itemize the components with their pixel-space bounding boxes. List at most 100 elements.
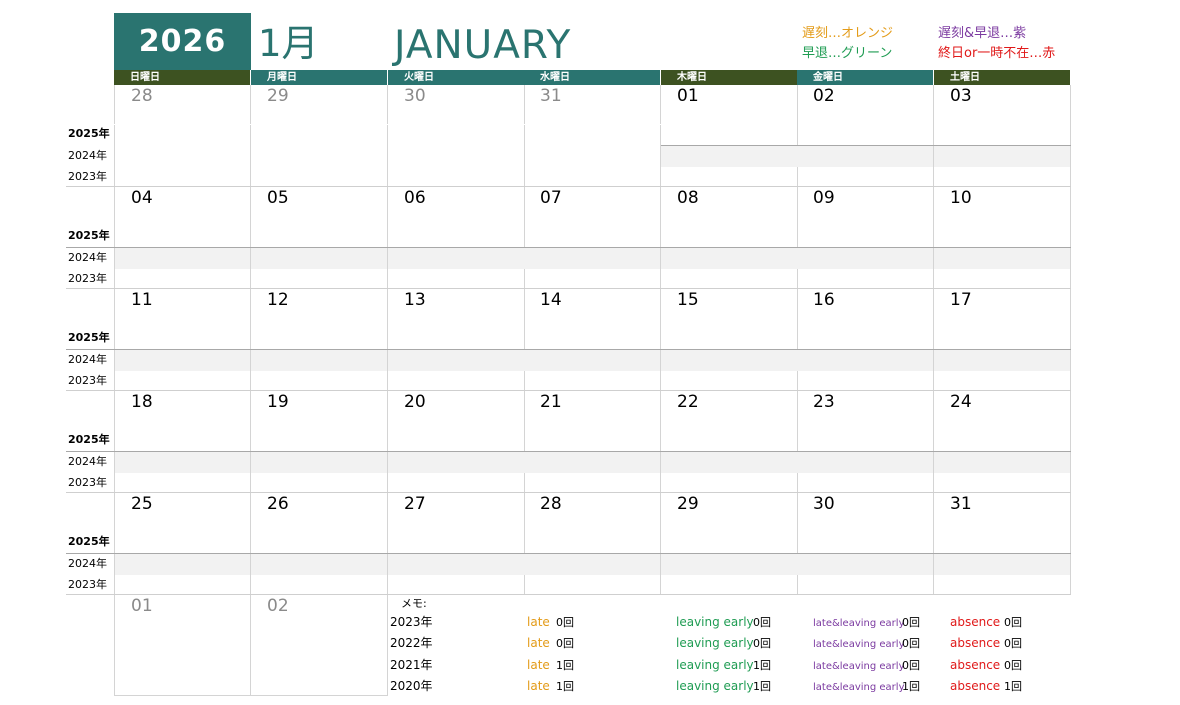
day-cell[interactable]: 30 [388,85,525,187]
stat-count: 0回 [556,637,574,650]
stat-type-label: absence [950,636,1001,650]
day-number: 04 [131,188,153,208]
day-number: 30 [813,494,835,514]
day-cell[interactable]: 06 [388,187,525,289]
year-label-2025: 2025年 [68,229,110,242]
history-row-2024 [524,350,660,371]
row-separator [661,145,1071,146]
legend-absence: 終日or一時不在…赤 [938,46,1056,61]
day-cell[interactable]: 03 [934,85,1071,187]
day-cell[interactable]: 01 [661,85,798,187]
stat-type-label: late&leaving early [813,618,905,629]
history-row-2024 [661,146,797,167]
year-label-2025: 2025年 [68,433,110,446]
history-row-2024 [251,452,387,473]
history-row-2024 [934,248,1070,269]
day-cell[interactable]: 28 [114,85,251,187]
stat-count: 1回 [556,659,574,672]
history-row-2024 [934,554,1070,575]
day-number: 28 [131,86,153,106]
stat-type-label: late&leaving early [813,661,905,672]
day-number: 03 [950,86,972,106]
stat-count: 1回 [753,659,771,672]
weekday-header: 火曜日 [388,70,524,85]
day-cell[interactable]: 13 [388,289,525,391]
day-number: 02 [813,86,835,106]
day-number: 15 [677,290,699,310]
day-number: 01 [131,596,153,616]
history-row-2024 [934,350,1070,371]
weekday-header: 日曜日 [114,70,250,85]
day-number: 12 [267,290,289,310]
stat-count: 0回 [902,659,920,672]
day-cell[interactable]: 12 [251,289,388,391]
day-cell[interactable]: 14 [524,289,661,391]
year-box: 2026 [114,13,251,70]
day-cell[interactable]: 27 [388,493,525,595]
day-number: 09 [813,188,835,208]
day-cell[interactable]: 10 [934,187,1071,289]
history-row-2024 [524,554,660,575]
day-cell[interactable]: 29 [251,85,388,187]
weekday-header: 水曜日 [524,70,660,85]
day-cell[interactable]: 18 [114,391,251,493]
day-cell[interactable]: 09 [797,187,934,289]
day-cell[interactable]: 05 [251,187,388,289]
history-row-2024 [797,554,933,575]
day-cell[interactable]: 16 [797,289,934,391]
day-cell[interactable]: 23 [797,391,934,493]
history-row-2024 [388,248,524,269]
history-row-2024 [388,350,524,371]
stat-count: 1回 [902,680,920,693]
day-cell[interactable]: 20 [388,391,525,493]
history-row-2024 [251,248,387,269]
history-row-2024 [524,248,660,269]
day-cell[interactable]: 30 [797,493,934,595]
weekday-header: 金曜日 [797,70,933,85]
stat-type-label: late [527,636,550,650]
history-row-2024 [251,554,387,575]
day-cell[interactable]: 21 [524,391,661,493]
day-cell[interactable]: 08 [661,187,798,289]
day-number: 01 [677,86,699,106]
day-number: 27 [404,494,426,514]
day-cell[interactable]: 17 [934,289,1071,391]
day-cell[interactable]: 19 [251,391,388,493]
day-cell[interactable]: 31 [934,493,1071,595]
stat-type-label: late&leaving early [813,639,905,650]
weekday-header: 土曜日 [934,70,1070,85]
year-label-2023: 2023年 [68,272,107,285]
day-cell[interactable]: 15 [661,289,798,391]
year-label-2025: 2025年 [68,127,110,140]
day-cell[interactable]: 02 [797,85,934,187]
day-cell[interactable]: 22 [661,391,798,493]
day-cell[interactable]: 25 [114,493,251,595]
day-number: 22 [677,392,699,412]
day-number: 25 [131,494,153,514]
day-cell[interactable]: 31 [524,85,661,187]
day-cell[interactable]: 28 [524,493,661,595]
year-label-2024: 2024年 [68,455,107,468]
stat-count: 0回 [753,637,771,650]
row-separator [66,349,1071,350]
day-cell[interactable]: 02 [251,595,388,696]
history-row-2024 [934,452,1070,473]
stat-type-label: late [527,679,550,693]
history-row-2024 [661,554,797,575]
year-label-2024: 2024年 [68,251,107,264]
day-cell[interactable]: 26 [251,493,388,595]
history-row-2024 [797,146,933,167]
stats-year-label: 2021年 [390,658,433,672]
day-cell[interactable]: 24 [934,391,1071,493]
day-cell[interactable]: 07 [524,187,661,289]
stat-count: 0回 [1004,637,1022,650]
stat-type-label: leaving early [676,679,754,693]
day-number: 02 [267,596,289,616]
day-number: 14 [540,290,562,310]
day-number: 11 [131,290,153,310]
day-cell[interactable]: 29 [661,493,798,595]
day-cell[interactable]: 04 [114,187,251,289]
day-cell[interactable]: 01 [114,595,251,696]
history-row-2024 [115,350,250,371]
day-cell[interactable]: 11 [114,289,251,391]
